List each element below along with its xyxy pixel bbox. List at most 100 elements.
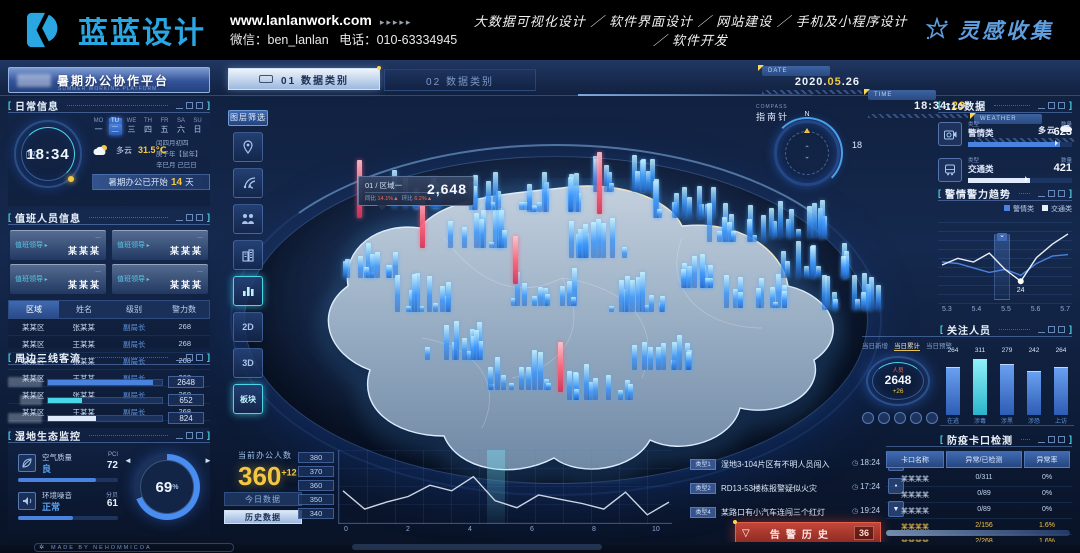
panel-focus-people: 关注人员 当日新增 当日累计 当日预警 人员 2648 +26 264在逃 31… bbox=[862, 322, 1072, 428]
contact-block: www.lanlanwork.com▸▸▸▸▸ 微信：ben_lanlan 电话… bbox=[230, 10, 457, 50]
action-icon[interactable] bbox=[862, 412, 874, 424]
expand-icon[interactable] bbox=[1058, 190, 1065, 197]
panel-title: 日常信息 bbox=[15, 98, 59, 113]
action-icon[interactable] bbox=[910, 412, 922, 424]
window-controls bbox=[176, 214, 203, 221]
minimize-icon[interactable] bbox=[1038, 190, 1045, 197]
action-icon[interactable] bbox=[878, 412, 890, 424]
tab-data-category-1[interactable]: 01 数据类别 bbox=[228, 68, 380, 90]
tab-data-category-2[interactable]: 02 数据类别 bbox=[384, 69, 536, 91]
minimize-icon[interactable] bbox=[1038, 102, 1045, 109]
tab-daily-new[interactable]: 当日新增 bbox=[862, 340, 888, 351]
panel-eco-monitoring: 湿地生态监控 空气质量良 PCI72 环境噪音正常 分贝61 69% ◄ ► bbox=[8, 428, 210, 540]
restore-icon[interactable] bbox=[186, 432, 193, 439]
alert-time: 19:24 bbox=[852, 506, 880, 515]
date-value: 2020.05.26 bbox=[795, 76, 860, 88]
restore-icon[interactable] bbox=[186, 214, 193, 221]
layer-crowd-button[interactable] bbox=[233, 204, 263, 234]
window-controls bbox=[1038, 102, 1065, 109]
minimize-icon[interactable] bbox=[1038, 326, 1045, 333]
minimize-icon[interactable] bbox=[176, 214, 183, 221]
table-header-row: 区域姓名级别警力数 bbox=[8, 300, 210, 319]
more-dots-icon: … bbox=[95, 268, 102, 274]
alert-list-item[interactable]: 类型4 某路口有小汽车连闯三个红灯 bbox=[690, 504, 848, 520]
alert-text: 某路口有小汽车连闯三个红灯 bbox=[721, 507, 825, 518]
inspiration-collect[interactable]: 灵感收集 bbox=[924, 15, 1054, 45]
alert-list-item[interactable]: 类型1 湿地3-104片区有不明人员闯入 bbox=[690, 456, 848, 472]
analog-clock: PM 18:34 bbox=[14, 120, 82, 188]
action-icon[interactable] bbox=[926, 412, 938, 424]
duty-leader-card[interactable]: 值班领导… 某某某 bbox=[112, 264, 208, 294]
warning-triangle-icon: ▽ bbox=[742, 528, 750, 539]
layer-barchart-button[interactable] bbox=[233, 276, 263, 306]
minimize-icon[interactable] bbox=[176, 354, 183, 361]
panel-title: 值班人员信息 bbox=[15, 210, 81, 225]
table-row: 某某某某0/890% bbox=[886, 487, 1072, 503]
duty-leader-card[interactable]: 值班领导… 某某某 bbox=[10, 230, 106, 260]
expand-icon[interactable] bbox=[196, 354, 203, 361]
alert-time: 17:24 bbox=[852, 482, 880, 491]
layer-pin-button[interactable] bbox=[233, 132, 263, 162]
compass-ring[interactable]: N ⌃⌄ bbox=[774, 120, 840, 186]
duty-leader-card[interactable]: 值班领导… 某某某 bbox=[10, 264, 106, 294]
window-controls bbox=[176, 432, 203, 439]
x-tick: 2 bbox=[406, 526, 410, 533]
flow-bar bbox=[48, 380, 153, 385]
panel-title: 湿地生态监控 bbox=[15, 428, 81, 443]
gauge-prev-arrow[interactable]: ◄ bbox=[124, 456, 132, 465]
alert-list-item[interactable]: 类型2 RD13-53楼栋报警疑似火灾 bbox=[690, 480, 848, 496]
restore-icon[interactable] bbox=[186, 102, 193, 109]
restore-icon[interactable] bbox=[1048, 102, 1055, 109]
expand-icon[interactable] bbox=[196, 102, 203, 109]
expand-icon[interactable] bbox=[1058, 326, 1065, 333]
flow-value: 652 bbox=[168, 394, 204, 406]
layer-district-button[interactable]: 板块 bbox=[233, 384, 263, 414]
website-link[interactable]: www.lanlanwork.com bbox=[230, 12, 372, 28]
alarm-history-banner[interactable]: ▽ 告警历史 36 bbox=[735, 522, 881, 544]
minimize-icon[interactable] bbox=[176, 102, 183, 109]
table-row: 某某区张某某副局长268 bbox=[8, 319, 210, 336]
gauge-next-arrow[interactable]: ► bbox=[204, 456, 212, 465]
layer-3d-button[interactable]: 3D bbox=[233, 348, 263, 378]
arrows-decor: ▸▸▸▸▸ bbox=[380, 17, 413, 27]
camera-icon bbox=[938, 122, 962, 146]
redacted-label bbox=[20, 395, 42, 405]
restore-icon[interactable] bbox=[1048, 436, 1055, 443]
stat-row-traffic: 类型交通类 数量421 bbox=[938, 156, 1072, 188]
dashboard: 暑期办公协作平台 SUMMER WORKING PLATFORM 01 数据类别… bbox=[0, 60, 1080, 553]
flow-row: 824 bbox=[8, 412, 204, 424]
building-icon bbox=[242, 249, 254, 262]
date-chip: DATE 2020.05.26 bbox=[762, 66, 862, 90]
expand-icon[interactable] bbox=[1058, 102, 1065, 109]
layer-building-button[interactable] bbox=[233, 240, 263, 270]
minimize-icon[interactable] bbox=[176, 432, 183, 439]
layer-signal-button[interactable] bbox=[233, 168, 263, 198]
duty-role: 值班领导 bbox=[117, 276, 150, 283]
tooltip-value: 2,648 bbox=[427, 181, 467, 197]
lanlan-logo-icon bbox=[26, 11, 64, 49]
checkpoint-table: 卡口名称异常/已检测异常率 某某某某0/3110% 某某某某0/890% 某某某… bbox=[886, 451, 1072, 551]
office-line-chart bbox=[338, 450, 672, 524]
expand-icon[interactable] bbox=[196, 214, 203, 221]
duty-leader-card[interactable]: 值班领导… 某某某 bbox=[112, 230, 208, 260]
history-data-button[interactable]: 历史数据 bbox=[224, 510, 302, 524]
layer-2d-button[interactable]: 2D bbox=[233, 312, 263, 342]
tab-daily-total[interactable]: 当日累计 bbox=[894, 340, 920, 351]
panel-police-trend: 警情警力趋势 警情类 交通类 24 5.35.45.55.65.7 bbox=[938, 186, 1072, 318]
restore-icon[interactable] bbox=[1048, 326, 1055, 333]
action-icon[interactable] bbox=[894, 412, 906, 424]
today-data-button[interactable]: 今日数据 bbox=[224, 492, 302, 506]
panel-title: 防疫卡口检测 bbox=[947, 432, 1013, 447]
city-map-shape[interactable] bbox=[262, 178, 852, 484]
x-tick: 6 bbox=[530, 526, 534, 533]
restore-icon[interactable] bbox=[186, 354, 193, 361]
layer-filter-panel: 图层筛选 2D 3D 板块 bbox=[228, 110, 268, 420]
x-tick: 4 bbox=[468, 526, 472, 533]
expand-icon[interactable] bbox=[196, 432, 203, 439]
redacted-label bbox=[8, 377, 42, 387]
expand-icon[interactable] bbox=[1058, 436, 1065, 443]
minimize-icon[interactable] bbox=[1038, 436, 1045, 443]
window-controls bbox=[1038, 436, 1065, 443]
speaker-icon bbox=[18, 492, 36, 510]
restore-icon[interactable] bbox=[1048, 190, 1055, 197]
